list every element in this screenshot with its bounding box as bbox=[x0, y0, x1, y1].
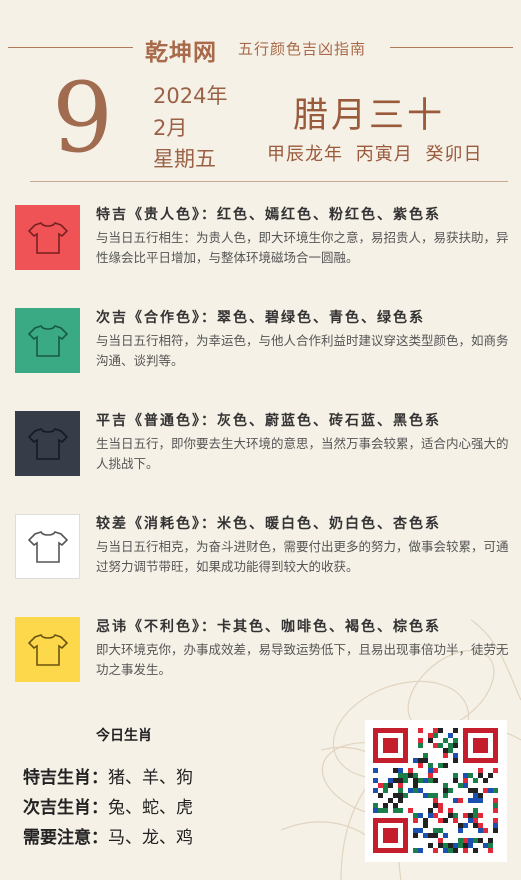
header-divider bbox=[30, 181, 508, 182]
ganzhi-date: 甲辰龙年 丙寅月 癸卯日 bbox=[267, 144, 483, 165]
weekday-label: 星期五 bbox=[153, 147, 216, 171]
color-row-description: 与当日五行相符，为幸运色，与他人合作利益时建议穿这类型颜色，如商务沟通、谈判等。 bbox=[96, 333, 509, 368]
zodiac-label: 特吉生肖： bbox=[23, 768, 108, 788]
day-number: 9 bbox=[52, 62, 114, 174]
color-swatch bbox=[15, 308, 80, 373]
color-row-description: 与当日五行相克，为奋斗进财色，需要付出更多的努力，做事会较累，可通过努力调节带旺… bbox=[96, 539, 509, 574]
color-swatch bbox=[15, 411, 80, 476]
tshirt-icon bbox=[27, 324, 68, 357]
lunar-date: 腊月三十 bbox=[293, 96, 446, 136]
header-rule-left bbox=[8, 47, 133, 48]
color-row-title: 平吉《普通色》：灰色、蔚蓝色、砖石蓝、黑色系 bbox=[96, 413, 441, 429]
tshirt-icon bbox=[27, 633, 68, 666]
color-row-title: 较差《消耗色》：米色、暖白色、奶白色、杏色系 bbox=[96, 516, 441, 532]
month-label: 2月 bbox=[153, 116, 188, 140]
zodiac-value: 马、龙、鸡 bbox=[108, 828, 193, 848]
color-row-description: 生当日五行，即你要去生大环境的意思，当然万事会较累，适合内心强大的人挑战下。 bbox=[96, 436, 509, 471]
tshirt-icon bbox=[27, 427, 68, 460]
tshirt-icon bbox=[27, 530, 68, 563]
zodiac-row-good: 次吉生肖：兔、蛇、虎 bbox=[23, 793, 193, 818]
zodiac-row-best: 特吉生肖：猪、羊、狗 bbox=[23, 763, 193, 788]
zodiac-row-caution: 需要注意：马、龙、鸡 bbox=[23, 823, 193, 848]
zodiac-label: 次吉生肖： bbox=[23, 798, 108, 818]
zodiac-value: 猪、羊、狗 bbox=[108, 768, 193, 788]
color-row-description: 即大环境克你，办事成效差，易导致运势低下，且易出现事倍功半，徒劳无功之事发生。 bbox=[96, 642, 509, 677]
qr-code[interactable] bbox=[365, 720, 507, 862]
brand-logo-text: 乾坤网 bbox=[145, 40, 217, 66]
zodiac-section-title: 今日生肖 bbox=[96, 728, 152, 744]
zodiac-label: 需要注意： bbox=[23, 828, 108, 848]
color-row-description: 与当日五行相生：为贵人色，即大环境生你之意，易招贵人，易获扶助，异性缘会比平日增… bbox=[96, 230, 509, 265]
color-swatch bbox=[15, 205, 80, 270]
color-row-title: 忌讳《不利色》：卡其色、咖啡色、褐色、棕色系 bbox=[96, 619, 441, 635]
color-swatch bbox=[15, 617, 80, 682]
zodiac-value: 兔、蛇、虎 bbox=[108, 798, 193, 818]
header-subtitle: 五行颜色吉凶指南 bbox=[238, 40, 367, 58]
color-row-title: 次吉《合作色》：翠色、碧绿色、青色、绿色系 bbox=[96, 310, 425, 326]
color-swatch bbox=[15, 514, 80, 579]
color-row-title: 特吉《贵人色》：红色、嫣红色、粉红色、紫色系 bbox=[96, 207, 441, 223]
year-label: 2024年 bbox=[153, 84, 228, 108]
header-rule-right bbox=[390, 47, 513, 48]
tshirt-icon bbox=[27, 221, 68, 254]
